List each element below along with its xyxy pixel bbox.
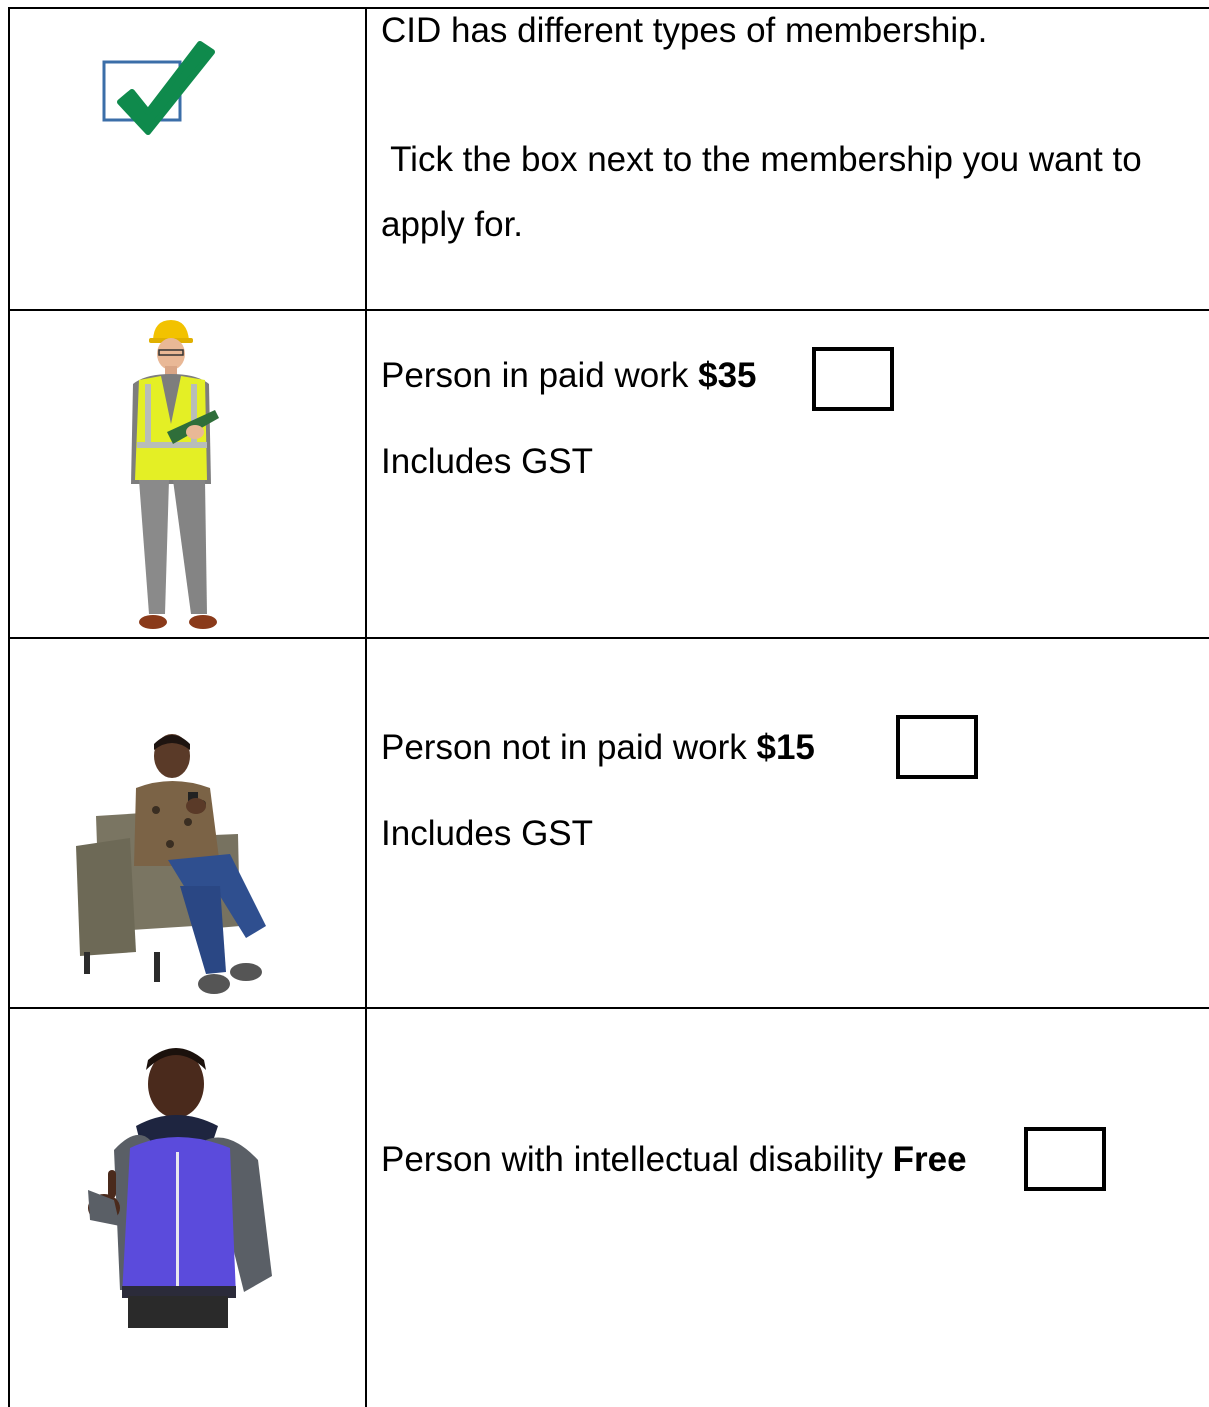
table-border-top <box>8 7 1209 9</box>
column-divider <box>365 7 367 1407</box>
paid-work-checkbox[interactable] <box>812 347 894 411</box>
intro-text-line-1: CID has different types of membership. <box>381 11 988 50</box>
intro-text-line-3: apply for. <box>381 205 524 244</box>
paid-work-gst-note: Includes GST <box>381 442 594 481</box>
worker-in-hi-vis-vest-picture <box>131 320 219 629</box>
checkbox-tick-icon <box>102 41 215 135</box>
row-divider-2 <box>8 637 1209 639</box>
woman-sitting-in-armchair-picture <box>76 734 266 994</box>
not-paid-work-gst-note: Includes GST <box>381 814 594 853</box>
paid-work-price: $35 <box>698 356 757 395</box>
intellectual-disability-checkbox[interactable] <box>1024 1127 1106 1191</box>
not-paid-work-price: $15 <box>756 728 815 767</box>
not-paid-work-checkbox[interactable] <box>896 715 978 779</box>
membership-form: CID has different types of membership. T… <box>0 0 1209 1407</box>
man-in-purple-jacket-picture <box>88 1048 272 1328</box>
not-paid-work-label: Person not in paid work <box>381 728 747 767</box>
row-divider-3 <box>8 1007 1209 1009</box>
paid-work-label: Person in paid work <box>381 356 689 395</box>
table-border-left <box>8 7 10 1407</box>
row-divider-1 <box>8 309 1209 311</box>
intellectual-disability-option-label: Person with intellectual disability Free <box>381 1140 967 1180</box>
paid-work-option-label: Person in paid work $35 <box>381 356 757 396</box>
not-paid-work-option-label: Person not in paid work $15 <box>381 728 815 768</box>
intellectual-disability-price: Free <box>892 1140 967 1179</box>
intellectual-disability-label: Person with intellectual disability <box>381 1140 883 1179</box>
intro-text-line-2: Tick the box next to the membership you … <box>381 140 1142 179</box>
